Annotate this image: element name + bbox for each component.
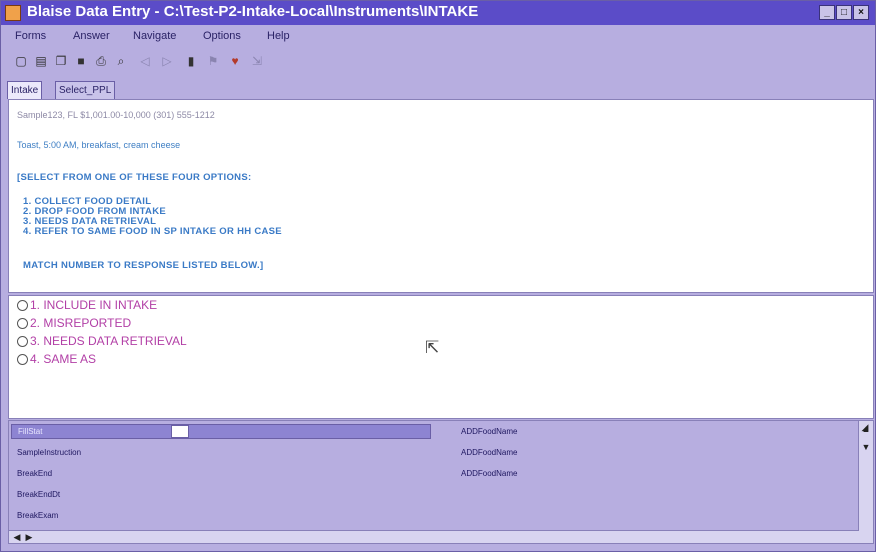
vertical-scrollbar[interactable]: ▲ ▼ bbox=[858, 421, 873, 543]
radio-icon[interactable] bbox=[17, 300, 28, 312]
close-button[interactable]: × bbox=[853, 5, 869, 20]
title-bar[interactable]: Blaise Data Entry - C:\Test-P2-Intake-Lo… bbox=[1, 1, 875, 25]
menu-bar: Forms Answer Navigate Options Help bbox=[1, 26, 875, 46]
app-window: Blaise Data Entry - C:\Test-P2-Intake-Lo… bbox=[0, 0, 876, 552]
answer-option-same-as[interactable]: 4. SAME AS bbox=[17, 352, 96, 366]
grid-row[interactable]: SampleInstruction bbox=[17, 448, 81, 457]
radio-icon[interactable] bbox=[17, 318, 28, 330]
open-icon[interactable]: ▤ bbox=[33, 53, 49, 69]
lock-icon[interactable]: ▮ bbox=[183, 53, 199, 69]
instruction-open: [SELECT FROM ONE OF THESE FOUR OPTIONS: bbox=[17, 172, 252, 183]
tab-intake[interactable]: Intake bbox=[7, 81, 43, 99]
answer-option-include[interactable]: 1. INCLUDE IN INTAKE bbox=[17, 298, 157, 312]
tab-select-ppl[interactable]: Select_PPL bbox=[55, 81, 116, 99]
grid-row-value: ADDFoodName bbox=[461, 427, 518, 436]
field-grid: FillStat ADDFoodName SampleInstruction A… bbox=[8, 420, 874, 544]
back-icon[interactable]: ◁ bbox=[137, 53, 153, 69]
grid-row[interactable]: BreakEnd bbox=[17, 469, 52, 478]
horizontal-scrollbar[interactable]: ◀ ▶ bbox=[9, 530, 859, 543]
food-description: Toast, 5:00 AM, breakfast, cream cheese bbox=[17, 140, 181, 150]
respondent-header: Sample123, FL $1,001.00-10,000 (301) 555… bbox=[17, 110, 215, 120]
answer-list: 1. INCLUDE IN INTAKE 2. MISREPORTED 3. N… bbox=[8, 295, 874, 419]
heart-icon[interactable]: ♥ bbox=[227, 53, 243, 69]
menu-answer[interactable]: Answer bbox=[73, 30, 110, 42]
print-icon[interactable]: ⎙ bbox=[93, 53, 109, 69]
option-line-4: 4. REFER TO SAME FOOD IN SP INTAKE OR HH… bbox=[23, 226, 282, 237]
scroll-left-icon[interactable]: ◀ bbox=[11, 531, 23, 543]
grid-row-value: ADDFoodName bbox=[461, 448, 518, 457]
question-info-pane: Sample123, FL $1,001.00-10,000 (301) 555… bbox=[8, 99, 874, 293]
window-title: Blaise Data Entry - C:\Test-P2-Intake-Lo… bbox=[27, 3, 479, 20]
answer-option-misreported[interactable]: 2. MISREPORTED bbox=[17, 316, 131, 330]
scroll-down-icon[interactable]: ▼ bbox=[860, 441, 872, 453]
grid-row-selected[interactable]: FillStat bbox=[11, 424, 431, 439]
menu-forms[interactable]: Forms bbox=[15, 30, 46, 42]
preview-icon[interactable]: ⌕ bbox=[113, 53, 129, 69]
flag-icon[interactable]: ⚑ bbox=[205, 53, 221, 69]
maximize-button[interactable]: □ bbox=[836, 5, 852, 20]
answer-input[interactable] bbox=[171, 425, 189, 438]
scroll-right-icon[interactable]: ▶ bbox=[23, 531, 35, 543]
resize-grip-icon[interactable]: ◢ bbox=[859, 421, 871, 433]
save-icon[interactable]: ■ bbox=[73, 53, 89, 69]
grid-row-value: ADDFoodName bbox=[461, 469, 518, 478]
app-icon[interactable] bbox=[5, 5, 21, 21]
forward-icon[interactable]: ▷ bbox=[159, 53, 175, 69]
radio-icon[interactable] bbox=[17, 336, 28, 348]
toolbar: ▢ ▤ ❐ ■ ⎙ ⌕ ◁ ▷ ▮ ⚑ ♥ ⇲ bbox=[1, 49, 875, 75]
answer-option-data-retrieval[interactable]: 3. NEEDS DATA RETRIEVAL bbox=[17, 334, 187, 348]
instruction-close: MATCH NUMBER TO RESPONSE LISTED BELOW.] bbox=[23, 260, 264, 271]
radio-icon[interactable] bbox=[17, 354, 28, 366]
menu-options[interactable]: Options bbox=[203, 30, 241, 42]
mouse-cursor-icon: ⇱ bbox=[425, 338, 440, 357]
new-icon[interactable]: ▢ bbox=[13, 53, 29, 69]
menu-navigate[interactable]: Navigate bbox=[133, 30, 176, 42]
copy-icon[interactable]: ❐ bbox=[53, 53, 69, 69]
exit-icon[interactable]: ⇲ bbox=[249, 53, 265, 69]
grid-row[interactable]: BreakExam bbox=[17, 511, 58, 520]
menu-help[interactable]: Help bbox=[267, 30, 290, 42]
minimize-button[interactable]: _ bbox=[819, 5, 835, 20]
grid-row[interactable]: BreakEndDt bbox=[17, 490, 60, 499]
